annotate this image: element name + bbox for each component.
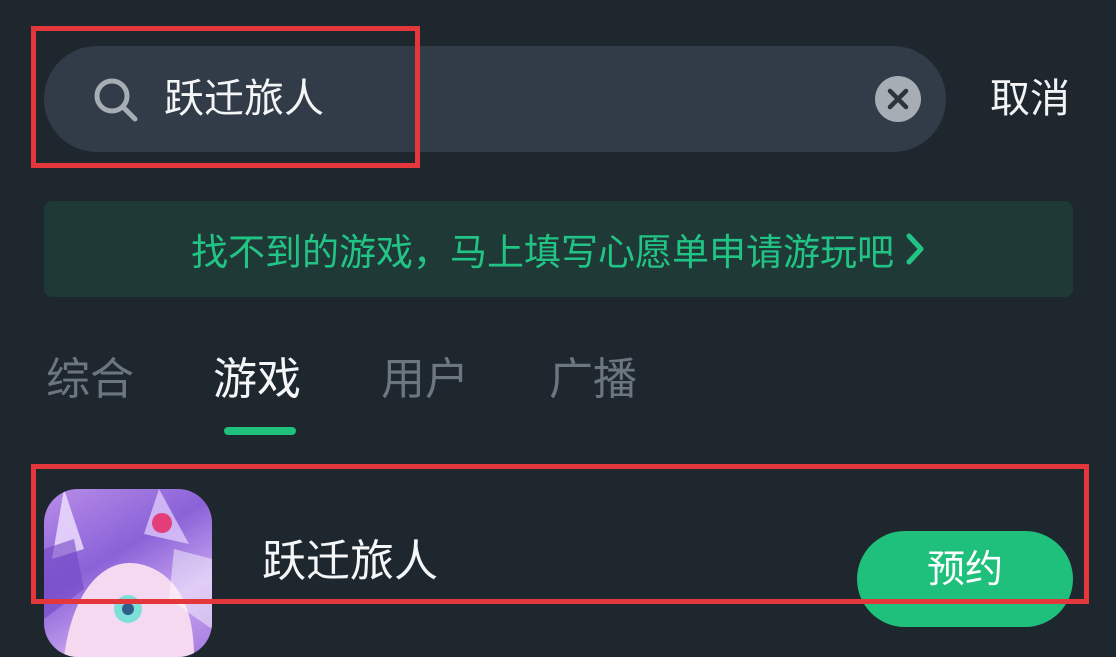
wishlist-banner[interactable]: 找不到的游戏，马上填写心愿单申请游玩吧 [44, 201, 1073, 297]
tab-broadcast[interactable]: 广播 [549, 345, 637, 415]
reserve-button[interactable]: 预约 [857, 531, 1073, 627]
active-tab-indicator [224, 427, 296, 435]
clear-search-button[interactable] [875, 76, 921, 122]
tab-overall[interactable]: 综合 [46, 345, 134, 415]
tab-users[interactable]: 用户 [381, 345, 469, 415]
close-icon [887, 88, 909, 110]
search-bar[interactable]: 跃迁旅人 [44, 46, 946, 152]
search-icon [92, 76, 140, 124]
game-title[interactable]: 跃迁旅人 [262, 532, 438, 592]
cancel-button[interactable]: 取消 [990, 46, 1070, 152]
wishlist-banner-text: 找不到的游戏，马上填写心愿单申请游玩吧 [191, 231, 894, 274]
chevron-right-icon [904, 231, 926, 267]
game-icon[interactable] [44, 489, 212, 657]
tab-games[interactable]: 游戏 [213, 345, 301, 415]
search-input[interactable]: 跃迁旅人 [164, 46, 324, 152]
